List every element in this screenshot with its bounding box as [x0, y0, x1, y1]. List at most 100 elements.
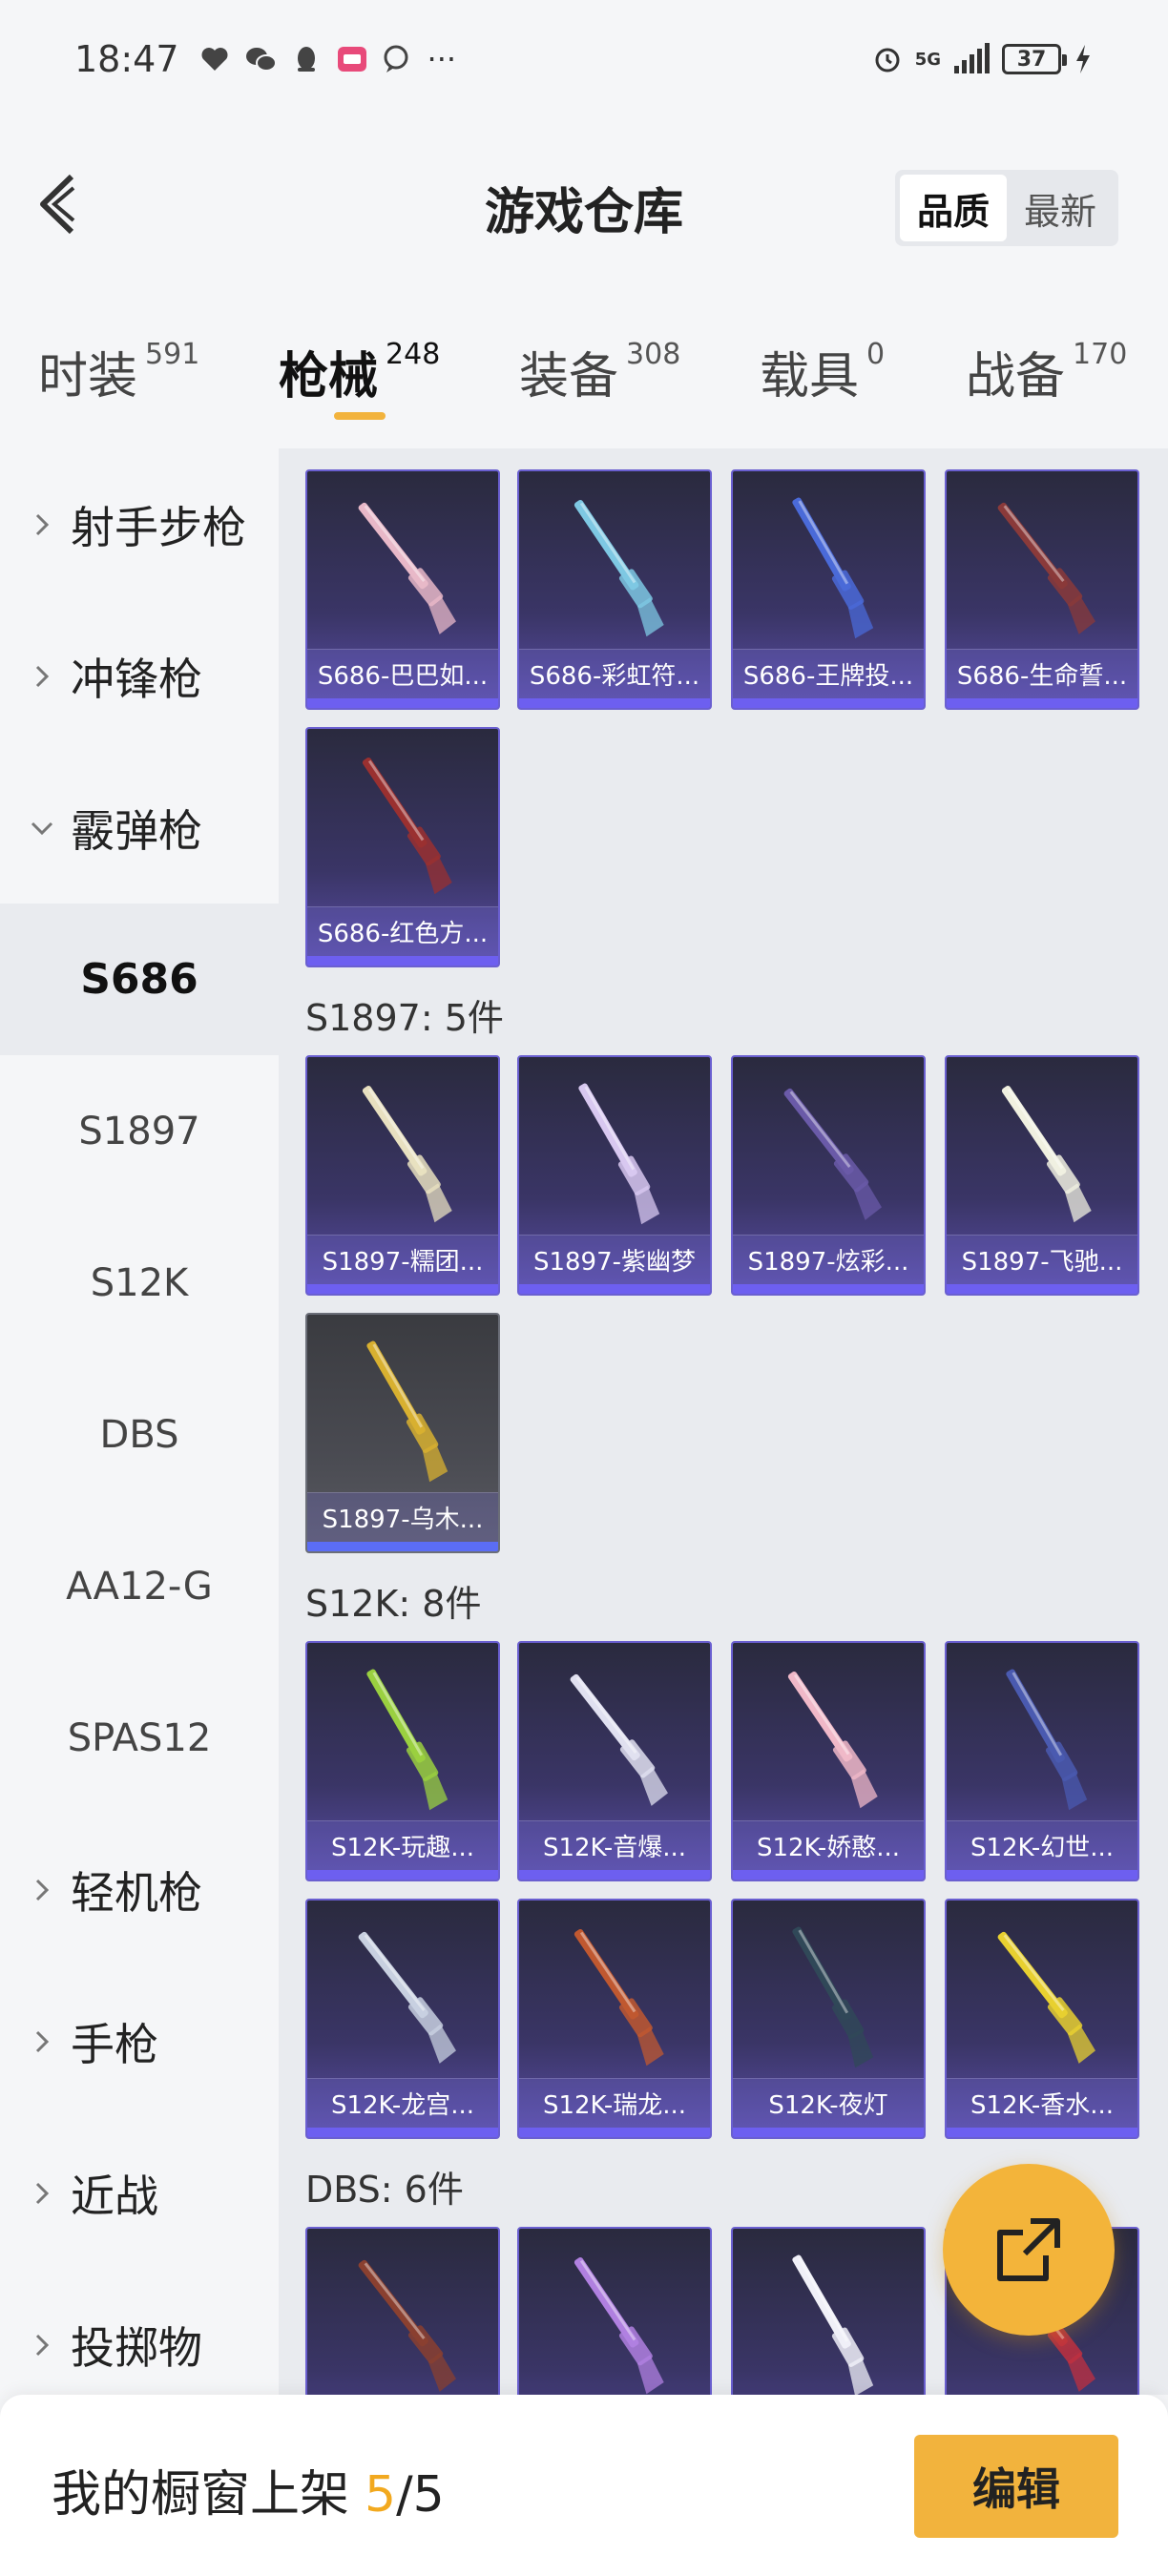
sidebar-item[interactable]: 轻机枪 — [0, 1814, 279, 1965]
sort-option-newest[interactable]: 最新 — [1007, 175, 1114, 241]
tab-count: 170 — [1073, 338, 1128, 371]
section-label: S1897: 5件 — [305, 997, 504, 1039]
weapon-skin-icon — [1006, 1669, 1088, 1811]
weapon-skin-card[interactable]: S12K-玩趣... — [305, 1641, 500, 1881]
quality-bar — [519, 1284, 710, 1294]
tab-count: 248 — [386, 338, 441, 371]
weapon-skin-card[interactable]: S686-巴巴如... — [305, 469, 500, 710]
weapon-skin-card[interactable]: S12K-音爆... — [517, 1641, 712, 1881]
quality-bar — [519, 2128, 710, 2137]
shelf-total: /5 — [396, 2466, 445, 2524]
weapon-skin-icon — [570, 1673, 668, 1806]
weapon-skin-card[interactable]: S1897-紫幽梦 — [517, 1055, 712, 1296]
quality-bar — [519, 698, 710, 708]
weapon-skin-card[interactable]: S12K-娇憨... — [731, 1641, 926, 1881]
weapon-skin-card[interactable]: S12K-幻世... — [945, 1641, 1139, 1881]
weapon-skin-icon — [366, 1340, 448, 1483]
weapon-skin-card[interactable] — [517, 2227, 712, 2395]
chat-bubble-icon — [384, 45, 408, 73]
bottom-bar: 我的橱窗上架 5 /5 编辑 — [0, 2395, 1168, 2576]
sidebar-item-label: 投掷物 — [71, 2321, 202, 2374]
weapon-skin-name: S1897-紫幽梦 — [519, 1235, 710, 1284]
weapon-skin-card[interactable]: S1897-乌木... — [305, 1313, 500, 1553]
weapon-skin-card[interactable]: S1897-炫彩... — [731, 1055, 926, 1296]
weapon-skin-name: S12K-幻世... — [947, 1820, 1137, 1870]
sidebar-item[interactable]: 冲锋枪 — [0, 600, 279, 752]
network-label: 5G — [914, 49, 941, 70]
sidebar-item[interactable]: AA12-G — [0, 1510, 279, 1662]
sidebar-item-label: 冲锋枪 — [71, 653, 202, 705]
signal-icon — [954, 43, 990, 73]
weapon-skin-name: S12K-夜灯 — [733, 2078, 924, 2128]
weapon-skin-card[interactable]: S12K-龙宫... — [305, 1899, 500, 2139]
weapon-skin-icon — [792, 497, 874, 639]
weapon-skin-card[interactable]: S12K-瑞龙... — [517, 1899, 712, 2139]
weapon-skin-icon — [574, 500, 664, 637]
weapon-skin-card[interactable]: S686-生命誓... — [945, 469, 1139, 710]
weapon-skin-name: S12K-音爆... — [519, 1820, 710, 1870]
weapon-skin-card[interactable]: S1897-糯团... — [305, 1055, 500, 1296]
chevron-right-icon — [35, 665, 50, 687]
quality-bar — [307, 956, 498, 966]
weapon-skin-icon — [574, 2257, 664, 2395]
tab-count: 0 — [866, 338, 886, 371]
weapon-skin-icon — [792, 1926, 874, 2068]
weapon-skin-card[interactable] — [731, 2227, 926, 2395]
sidebar-item-label: AA12-G — [66, 1564, 213, 1609]
sidebar-item[interactable]: 近战 — [0, 2117, 279, 2269]
tab-label: 战备 — [966, 348, 1066, 405]
sort-option-quality[interactable]: 品质 — [900, 175, 1007, 241]
quality-bar — [307, 698, 498, 708]
edit-button[interactable]: 编辑 — [914, 2435, 1118, 2538]
sidebar-item-label: SPAS12 — [67, 1715, 212, 1760]
weapon-skin-name: S686-王牌投... — [733, 649, 924, 698]
sidebar-item[interactable]: S686 — [0, 904, 279, 1055]
weapon-skin-card[interactable]: S1897-飞驰... — [945, 1055, 1139, 1296]
sidebar-item[interactable]: 射手步枪 — [0, 448, 279, 600]
share-button[interactable] — [943, 2164, 1115, 2336]
sort-toggle: 品质 最新 — [895, 170, 1118, 246]
weapon-skin-name: S12K-瑞龙... — [519, 2078, 710, 2128]
sidebar-item[interactable]: 霰弹枪 — [0, 752, 279, 904]
share-icon — [997, 2218, 1060, 2281]
tab-label: 装备 — [519, 348, 619, 405]
sidebar-item-label: S12K — [90, 1260, 189, 1305]
weapon-skin-icon — [783, 1088, 882, 1220]
sidebar-item[interactable]: DBS — [0, 1359, 279, 1510]
tab-vehicles[interactable]: 载具 0 — [760, 336, 885, 407]
quality-bar — [733, 698, 924, 708]
weapon-skin-icon — [997, 502, 1095, 634]
sidebar-item[interactable]: S1897 — [0, 1055, 279, 1207]
tab-fashion[interactable]: 时装 591 — [38, 336, 199, 407]
weapon-skin-icon — [1001, 1086, 1092, 1223]
sidebar-item-label: S686 — [80, 955, 198, 1004]
weapon-skin-card[interactable]: S12K-夜灯 — [731, 1899, 926, 2139]
category-tabs: 时装 591 枪械 248 装备 308 载具 0 战备 170 — [0, 300, 1168, 448]
active-tab-indicator — [334, 412, 386, 420]
weapon-skin-card[interactable] — [305, 2227, 500, 2395]
weapon-skin-card[interactable]: S12K-香水... — [945, 1899, 1139, 2139]
weapon-skin-name: S686-巴巴如... — [307, 649, 498, 698]
quality-bar — [307, 1542, 498, 1551]
weapon-skin-card[interactable]: S686-王牌投... — [731, 469, 926, 710]
chevron-right-icon — [35, 513, 50, 535]
tab-equipment[interactable]: 装备 308 — [519, 336, 680, 407]
sidebar-item[interactable]: 手枪 — [0, 1965, 279, 2117]
weapon-skin-card[interactable]: S686-彩虹符... — [517, 469, 712, 710]
quality-bar — [307, 2128, 498, 2137]
shelf-status: 我的橱窗上架 5 /5 — [52, 2454, 445, 2525]
sidebar-item-label: 射手步枪 — [71, 501, 246, 553]
weapon-skin-name: S12K-香水... — [947, 2078, 1137, 2128]
shelf-label: 我的橱窗上架 — [52, 2466, 350, 2524]
sidebar-item[interactable]: S12K — [0, 1207, 279, 1359]
sidebar-item-label: S1897 — [78, 1109, 200, 1153]
weapon-skin-name: S686-彩虹符... — [519, 649, 710, 698]
quality-bar — [519, 1870, 710, 1880]
alarm-icon — [875, 48, 900, 73]
sidebar-item[interactable]: SPAS12 — [0, 1662, 279, 1814]
tab-supplies[interactable]: 战备 170 — [966, 336, 1127, 407]
weapon-skin-card[interactable]: S686-红色方... — [305, 727, 500, 967]
tab-firearms[interactable]: 枪械 248 — [279, 336, 440, 407]
weapon-skin-icon — [578, 1083, 660, 1225]
weapon-skin-name: S1897-炫彩... — [733, 1235, 924, 1284]
